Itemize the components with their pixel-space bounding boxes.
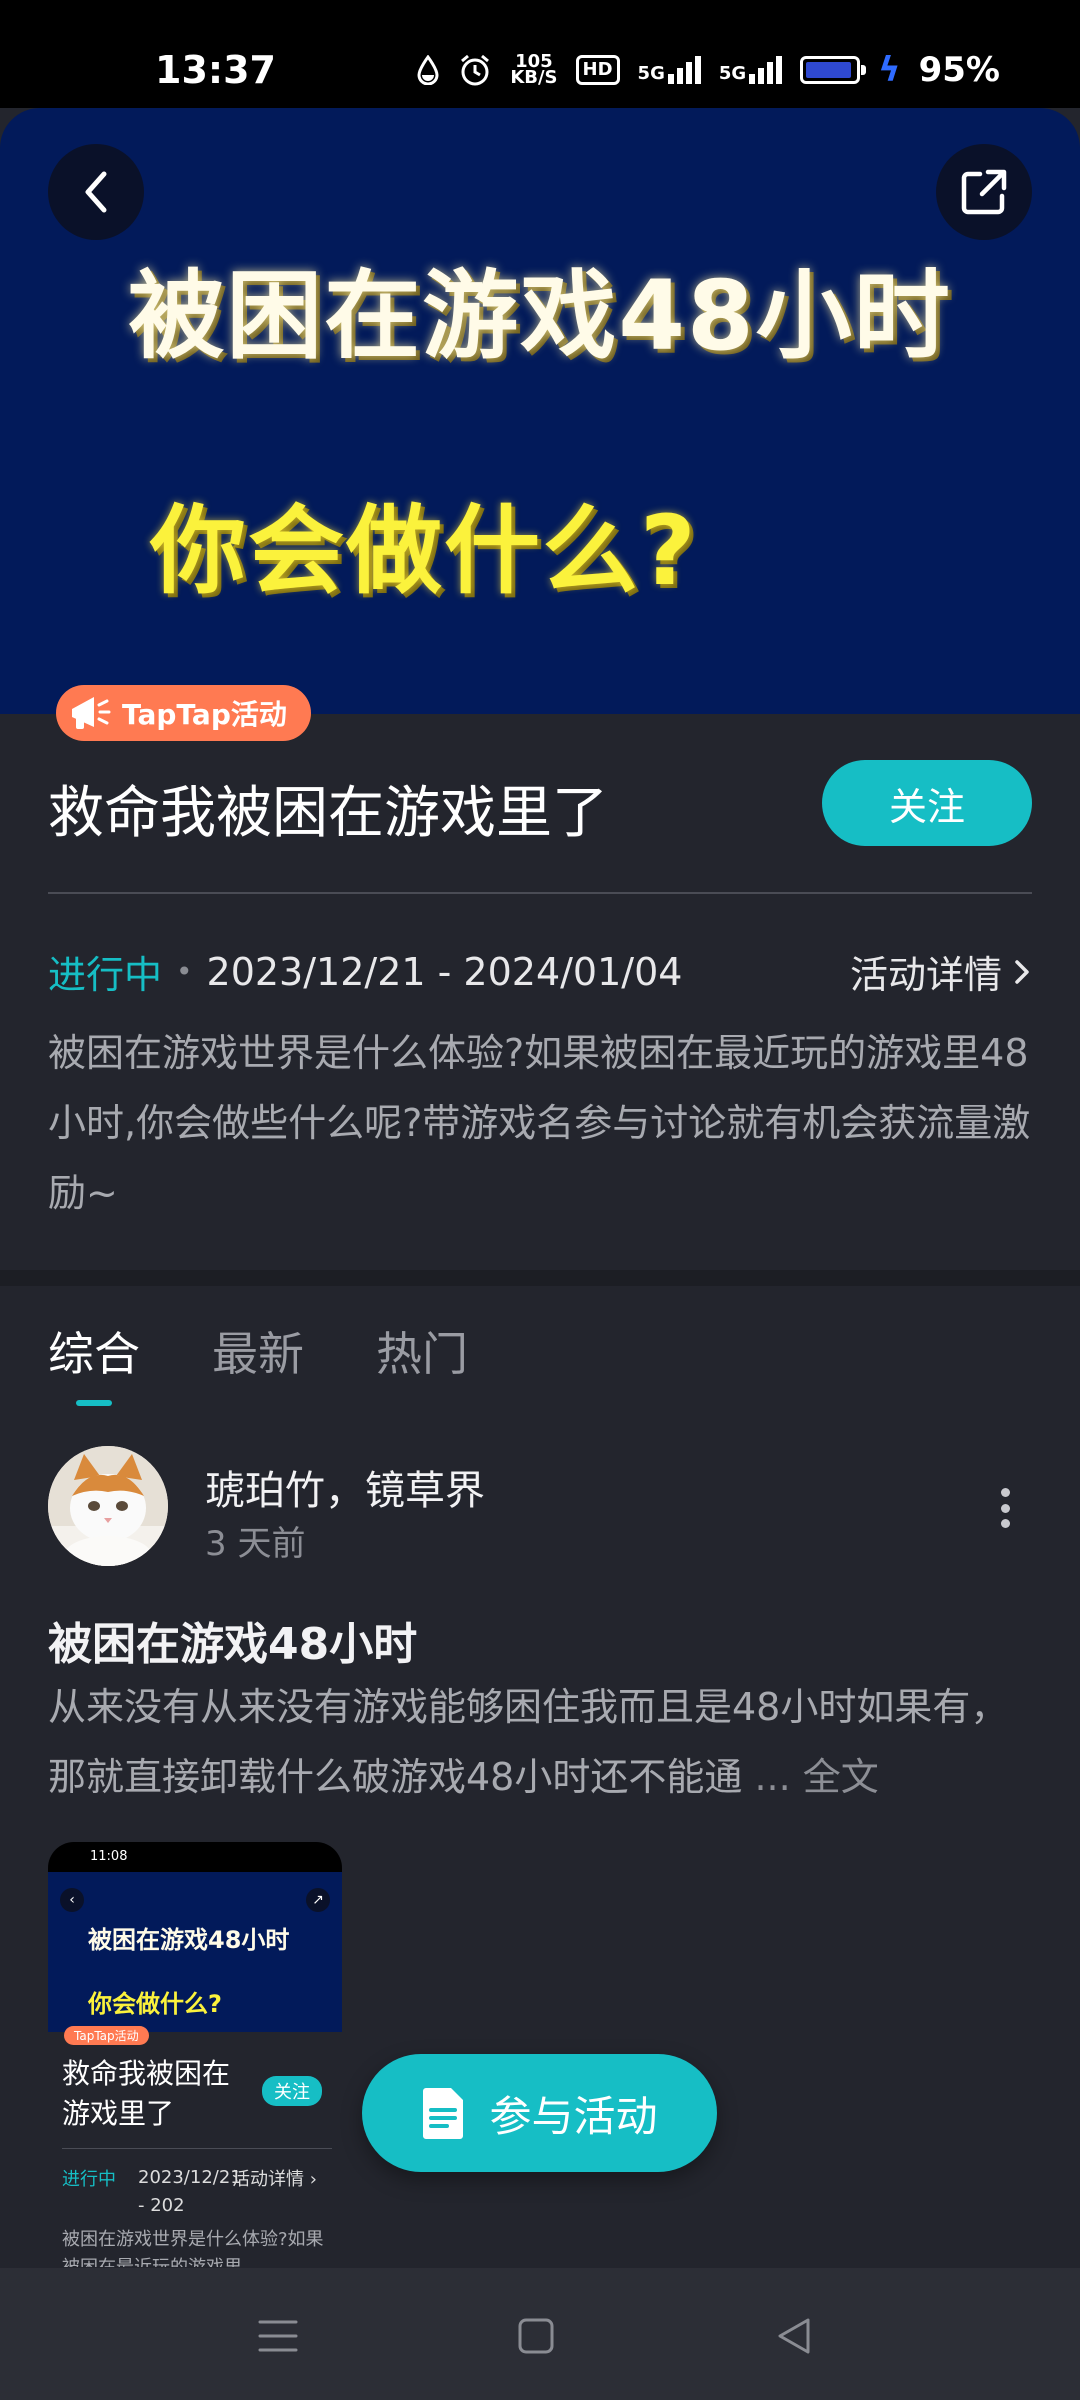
activity-status: 进行中 xyxy=(48,953,163,997)
document-icon xyxy=(423,2088,464,2139)
thumb-back-icon: ‹ xyxy=(60,1888,84,1912)
activity-meta: 进行中 • 2023/12/21 - 2024/01/04 活动详情 xyxy=(48,944,1032,999)
thumb-share-icon: ↗ xyxy=(306,1888,330,1912)
hero-banner: 被困在游戏48小时 你会做什么? xyxy=(0,108,1080,714)
thumb-hero: 被困在游戏48小时 你会做什么? xyxy=(48,1872,342,2032)
battery-fill xyxy=(806,62,852,78)
tab-hot[interactable]: 热门 xyxy=(376,1318,468,1384)
avatar[interactable] xyxy=(48,1446,168,1566)
thumb-date: 2023/12/21 - 202 xyxy=(138,2167,242,2216)
dot xyxy=(1000,1519,1010,1528)
signal-sim1-icon: 5G xyxy=(638,56,701,84)
thumb-details: 活动详情 › xyxy=(232,2169,317,2190)
dot xyxy=(1000,1503,1010,1513)
activity-details-label: 活动详情 xyxy=(849,953,1002,997)
thumb-status: 进行中 xyxy=(62,2169,116,2190)
more-options-button[interactable] xyxy=(996,1488,1014,1528)
activity-details-link[interactable]: 活动详情 xyxy=(850,944,1032,999)
dot xyxy=(1000,1488,1010,1497)
post-title[interactable]: 被困在游戏48小时 xyxy=(48,1608,417,1672)
home-nav-button[interactable] xyxy=(512,2312,560,2360)
share-button[interactable] xyxy=(936,144,1032,240)
thumb-follow: 关注 xyxy=(262,2076,322,2106)
triangle-back-icon xyxy=(778,2318,810,2354)
chevron-left-icon xyxy=(85,171,107,213)
share-icon xyxy=(961,169,1007,215)
thumb-desc: 被困在游戏世界是什么体验?如果被困在最近玩的游戏里 xyxy=(62,2229,324,2267)
hero-line2: 你会做什么? xyxy=(150,495,698,607)
tab-comprehensive[interactable]: 综合 xyxy=(48,1318,140,1384)
thumb-hero-line2: 你会做什么? xyxy=(88,1990,222,2018)
activity-tag: TapTap活动 xyxy=(56,685,311,741)
follow-button[interactable]: 关注 xyxy=(822,760,1032,846)
author-name[interactable]: 琥珀竹，镜草界 xyxy=(205,1458,485,1516)
full-text-link[interactable]: 全文 xyxy=(803,1755,879,1799)
divider xyxy=(48,892,1032,894)
hd-voice-icon: HD xyxy=(575,55,620,85)
thumb-status-time: 11:08 xyxy=(48,1842,342,1872)
post-image[interactable]: 11:08 被困在游戏48小时 你会做什么? ‹ ↗ TapTap活动 救命我被… xyxy=(48,1842,342,2267)
battery-icon xyxy=(800,56,867,84)
hero-line1: 被困在游戏48小时 xyxy=(128,260,952,372)
feed-tabs: 综合 最新 热门 xyxy=(48,1318,468,1384)
thumb-hero-line1: 被困在游戏48小时 xyxy=(88,1926,290,1954)
network-speed: 105 KB/S xyxy=(510,51,558,88)
back-button[interactable] xyxy=(48,144,144,240)
separator-dot: • xyxy=(176,955,193,988)
thumb-tag: TapTap活动 xyxy=(64,2026,149,2045)
thumb-title: 救命我被困在游戏里了 xyxy=(62,2057,231,2130)
back-nav-button[interactable] xyxy=(770,2312,818,2360)
status-bar: 13:37 105 KB/S HD 5G 5G ϟ 95% xyxy=(0,0,1080,108)
menu-nav-button[interactable] xyxy=(254,2312,302,2360)
tab-indicator xyxy=(76,1400,112,1406)
megaphone-icon xyxy=(72,697,111,729)
thumb-divider xyxy=(62,2148,332,2149)
alarm-icon xyxy=(458,53,492,87)
status-icons: 105 KB/S HD 5G 5G ϟ 95% xyxy=(416,50,1000,90)
water-drop-icon xyxy=(416,55,440,85)
status-time: 13:37 xyxy=(155,48,276,92)
post-ellipsis: ... xyxy=(742,1755,803,1799)
signal-sim2-icon: 5G xyxy=(719,56,783,84)
date-range: 2023/12/21 - 2024/01/04 xyxy=(206,949,683,994)
join-activity-button[interactable]: 参与活动 xyxy=(362,2054,717,2172)
system-nav-bar xyxy=(0,2268,1080,2400)
join-activity-label: 参与活动 xyxy=(489,2091,658,2141)
chevron-right-icon xyxy=(1015,959,1029,984)
activity-description: 被困在游戏世界是什么体验?如果被困在最近玩的游戏里48小时,你会做些什么呢?带游… xyxy=(48,1031,1031,1215)
page-title: 救命我被困在游戏里了 xyxy=(48,781,608,846)
post-time: 3 天前 xyxy=(205,1524,306,1564)
square-home-icon xyxy=(518,2318,554,2354)
battery-percent: 95% xyxy=(918,50,1000,90)
charging-icon: ϟ xyxy=(878,50,901,90)
section-divider xyxy=(0,1270,1080,1286)
tab-latest[interactable]: 最新 xyxy=(212,1318,304,1384)
menu-icon xyxy=(258,2320,298,2352)
post-body[interactable]: 从来没有从来没有游戏能够困住我而且是48小时如果有，那就直接卸载什么破游戏48小… xyxy=(48,1672,1038,1812)
activity-tag-label: TapTap活动 xyxy=(122,698,287,731)
